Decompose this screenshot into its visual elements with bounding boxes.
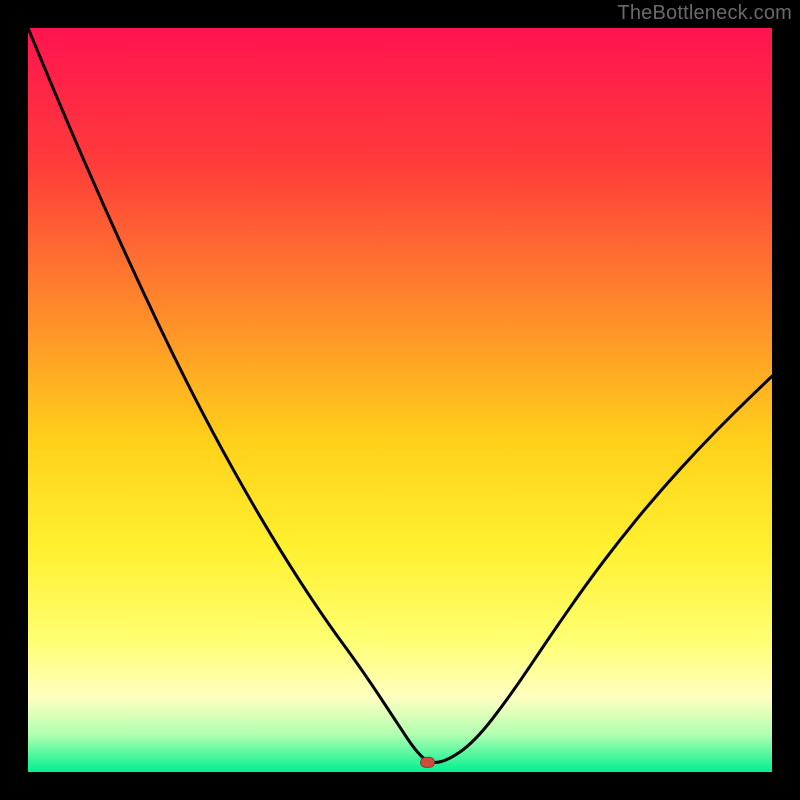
plot-area bbox=[28, 28, 772, 772]
optimal-marker bbox=[421, 757, 435, 767]
watermark-text: TheBottleneck.com bbox=[617, 2, 792, 25]
bottleneck-curve bbox=[28, 28, 772, 772]
bottleneck-chart: TheBottleneck.com bbox=[0, 0, 800, 800]
